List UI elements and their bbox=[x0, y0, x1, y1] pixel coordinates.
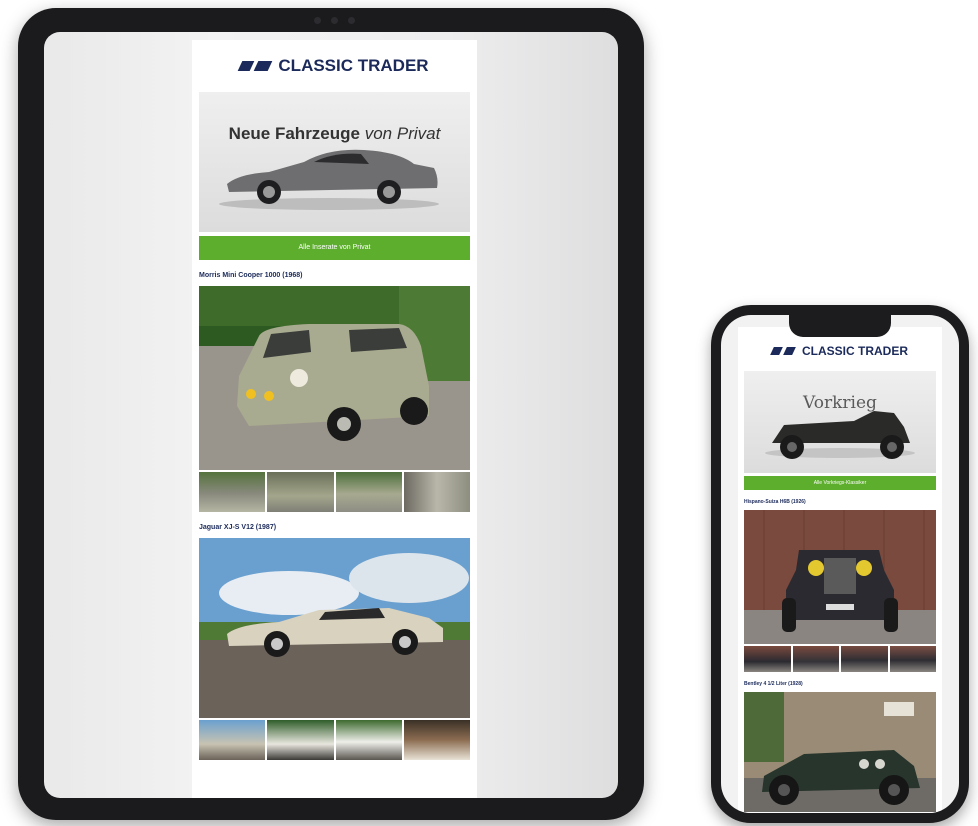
tablet-screen: CLASSIC TRADER Neue Fahrzeuge von Privat… bbox=[44, 32, 618, 798]
thumbnail[interactable] bbox=[199, 472, 266, 512]
thumbnail[interactable] bbox=[267, 472, 334, 512]
hispano-suiza-image bbox=[744, 510, 936, 644]
listing-photo[interactable] bbox=[199, 538, 470, 718]
tablet-device: CLASSIC TRADER Neue Fahrzeuge von Privat… bbox=[18, 8, 644, 820]
hero-car-image bbox=[219, 149, 439, 210]
listing-title[interactable]: Bentley 4 1/2 Liter (1928) bbox=[744, 672, 936, 692]
tablet-camera bbox=[308, 17, 360, 27]
mini-cooper-image bbox=[199, 286, 470, 470]
hero-banner[interactable]: Vorkrieg bbox=[744, 371, 936, 473]
thumbnail-row bbox=[199, 472, 470, 512]
phone-device: CLASSIC TRADER Vorkrieg Alle Vorkriegs-K… bbox=[711, 305, 969, 823]
classic-trader-logo-icon bbox=[770, 347, 796, 355]
thumbnail[interactable] bbox=[889, 646, 936, 672]
newsletter-email: CLASSIC TRADER Vorkrieg Alle Vorkriegs-K… bbox=[738, 327, 942, 813]
brand-header[interactable]: CLASSIC TRADER bbox=[192, 40, 477, 92]
brand-name: CLASSIC TRADER bbox=[801, 344, 908, 358]
thumbnail-row bbox=[199, 720, 470, 760]
thumbnail[interactable] bbox=[403, 472, 470, 512]
listing-photo[interactable] bbox=[199, 286, 470, 470]
thumbnail[interactable] bbox=[792, 646, 839, 672]
thumbnail[interactable] bbox=[267, 720, 334, 760]
phone-notch bbox=[789, 315, 891, 337]
thumbnail[interactable] bbox=[841, 646, 888, 672]
listing-photo[interactable] bbox=[744, 692, 936, 812]
listing-title[interactable]: Morris Mini Cooper 1000 (1968) bbox=[199, 260, 470, 286]
hero-banner[interactable]: Neue Fahrzeuge von Privat bbox=[199, 92, 470, 232]
prewar-classics-button[interactable]: Alle Vorkriegs-Klassiker bbox=[744, 476, 936, 490]
private-listings-button[interactable]: Alle Inserate von Privat bbox=[199, 236, 470, 260]
thumbnail[interactable] bbox=[335, 472, 402, 512]
thumbnail[interactable] bbox=[744, 646, 791, 672]
listing-title[interactable]: Jaguar XJ-S V12 (1987) bbox=[199, 512, 470, 538]
thumbnail-row bbox=[744, 646, 936, 672]
jaguar-xjs-image bbox=[199, 538, 470, 718]
bentley-image bbox=[744, 692, 936, 812]
thumbnail[interactable] bbox=[335, 720, 402, 760]
phone-screen: CLASSIC TRADER Vorkrieg Alle Vorkriegs-K… bbox=[721, 315, 959, 813]
thumbnail[interactable] bbox=[199, 720, 266, 760]
listing-title[interactable]: Hispano-Suiza H6B (1926) bbox=[744, 490, 936, 510]
brand-name: CLASSIC TRADER bbox=[278, 56, 429, 75]
listing-photo[interactable] bbox=[744, 510, 936, 644]
classic-trader-logo-icon bbox=[238, 61, 273, 71]
hero-car-image bbox=[765, 411, 915, 459]
thumbnail[interactable] bbox=[403, 720, 470, 760]
newsletter-email: CLASSIC TRADER Neue Fahrzeuge von Privat… bbox=[192, 40, 477, 798]
